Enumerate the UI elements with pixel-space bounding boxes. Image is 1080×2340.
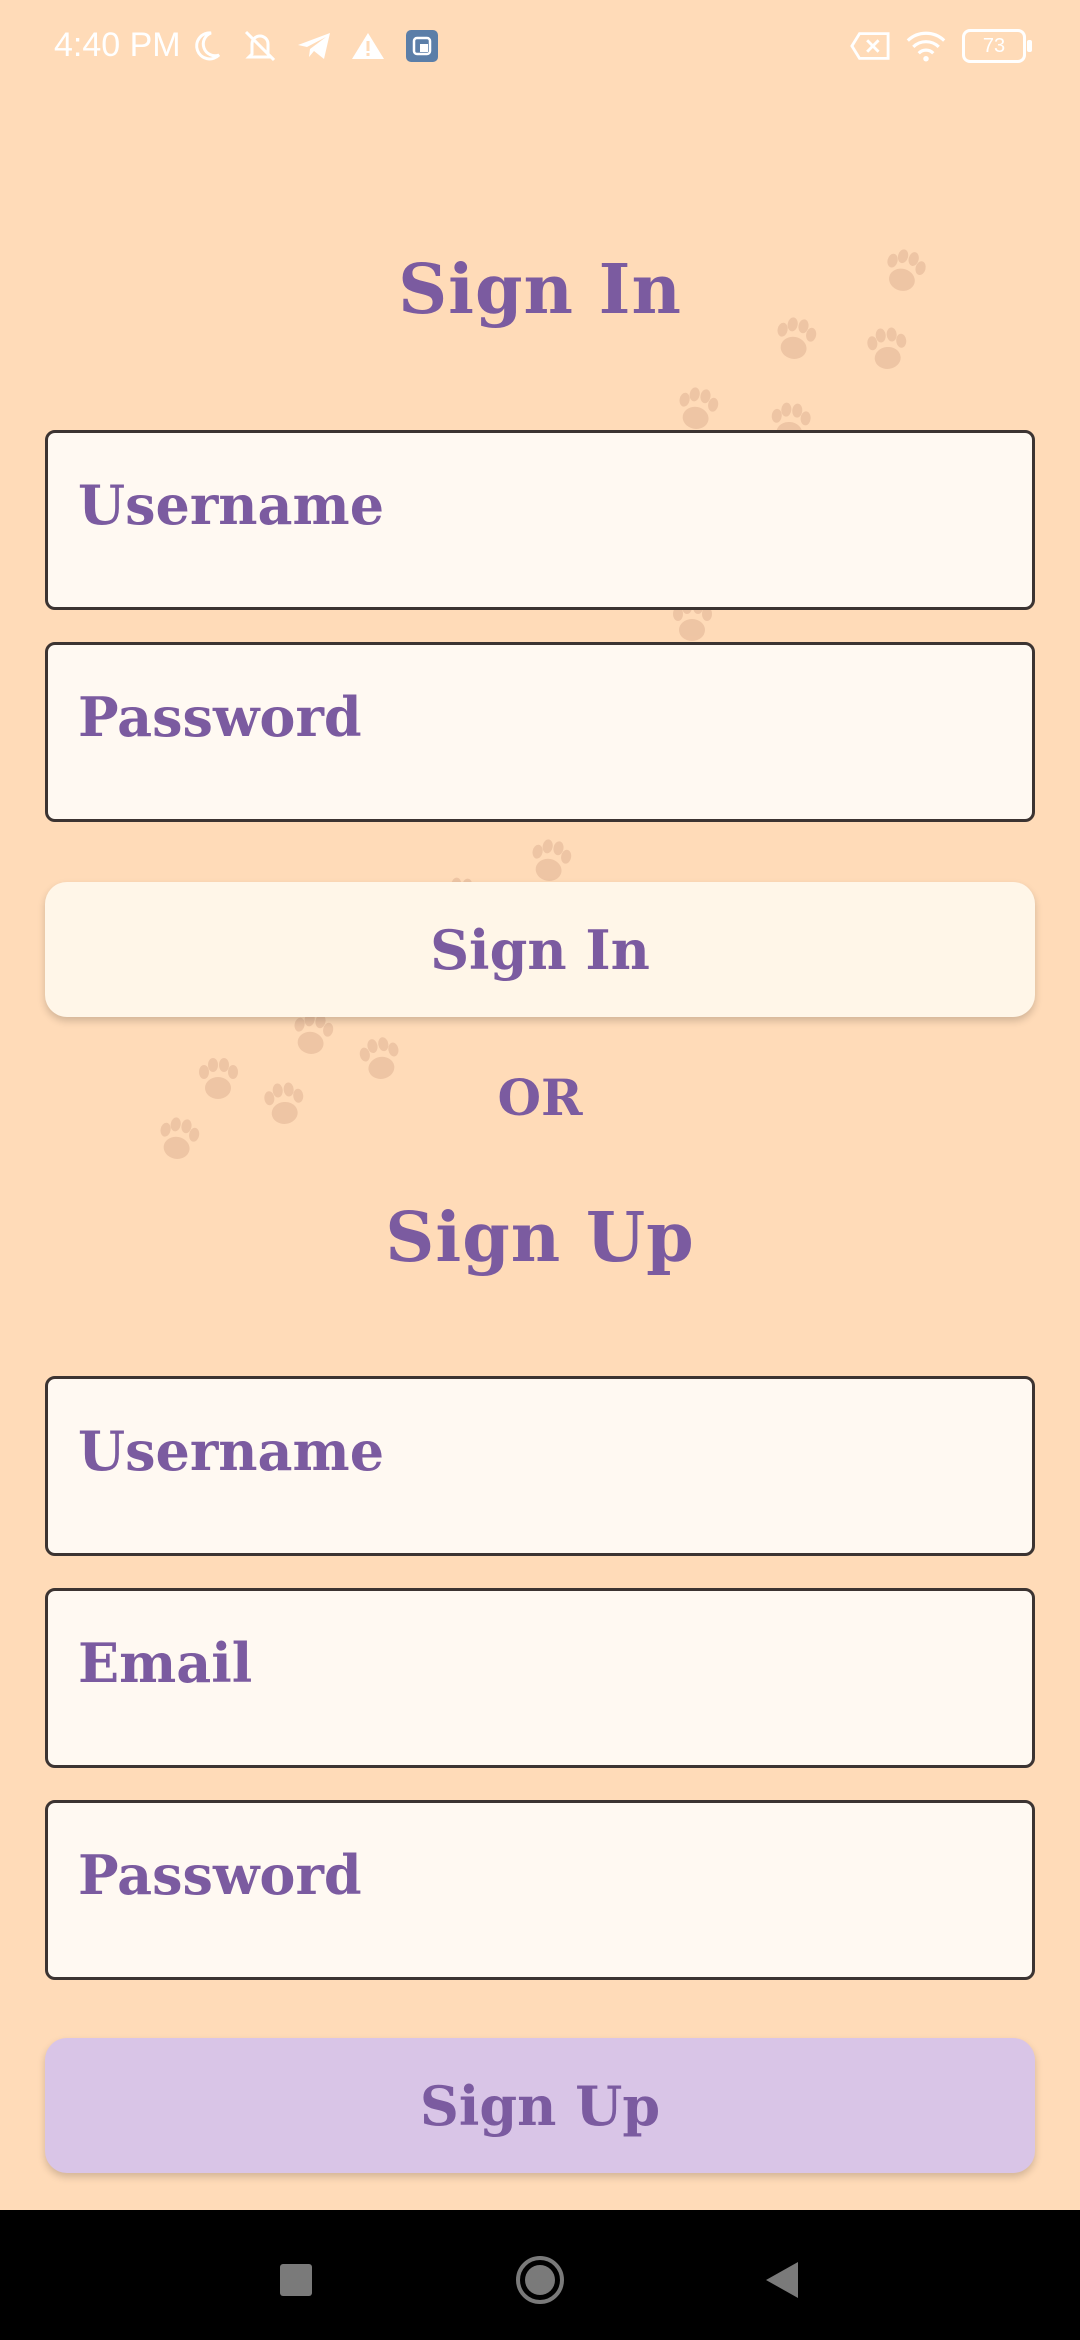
sign-in-password-field[interactable] (45, 642, 1035, 822)
sign-in-title: Sign In (398, 250, 682, 330)
app-notification-icon (402, 26, 442, 66)
home-icon[interactable] (510, 2250, 570, 2310)
sign-in-password-input[interactable] (48, 645, 1032, 819)
warning-icon (348, 26, 388, 66)
status-icons-right: 73 (850, 26, 1032, 66)
sign-up-password-input[interactable] (48, 1803, 1032, 1977)
moon-icon (186, 26, 226, 66)
sign-up-button[interactable]: Sign Up (45, 2038, 1035, 2173)
bell-off-icon (240, 26, 280, 66)
or-divider: OR (497, 1068, 583, 1127)
sign-in-username-field[interactable] (45, 430, 1035, 610)
status-time: 4:40 PM (54, 26, 181, 64)
sim-x-icon (850, 26, 890, 66)
status-bar: 4:40 PM 73 (0, 0, 1080, 96)
sign-up-username-input[interactable] (48, 1379, 1032, 1553)
sign-up-email-input[interactable] (48, 1591, 1032, 1765)
sign-in-button[interactable]: Sign In (45, 882, 1035, 1017)
sign-up-title: Sign Up (385, 1198, 695, 1278)
recents-icon[interactable] (266, 2250, 326, 2310)
telegram-icon (294, 26, 334, 66)
wifi-icon (906, 26, 946, 66)
status-icons-left (186, 26, 442, 66)
sign-in-username-input[interactable] (48, 433, 1032, 607)
sign-up-email-field[interactable] (45, 1588, 1035, 1768)
battery-icon: 73 (962, 29, 1032, 63)
sign-up-password-field[interactable] (45, 1800, 1035, 1980)
sign-up-username-field[interactable] (45, 1376, 1035, 1556)
back-icon[interactable] (752, 2250, 812, 2310)
navigation-bar (0, 2210, 1080, 2340)
